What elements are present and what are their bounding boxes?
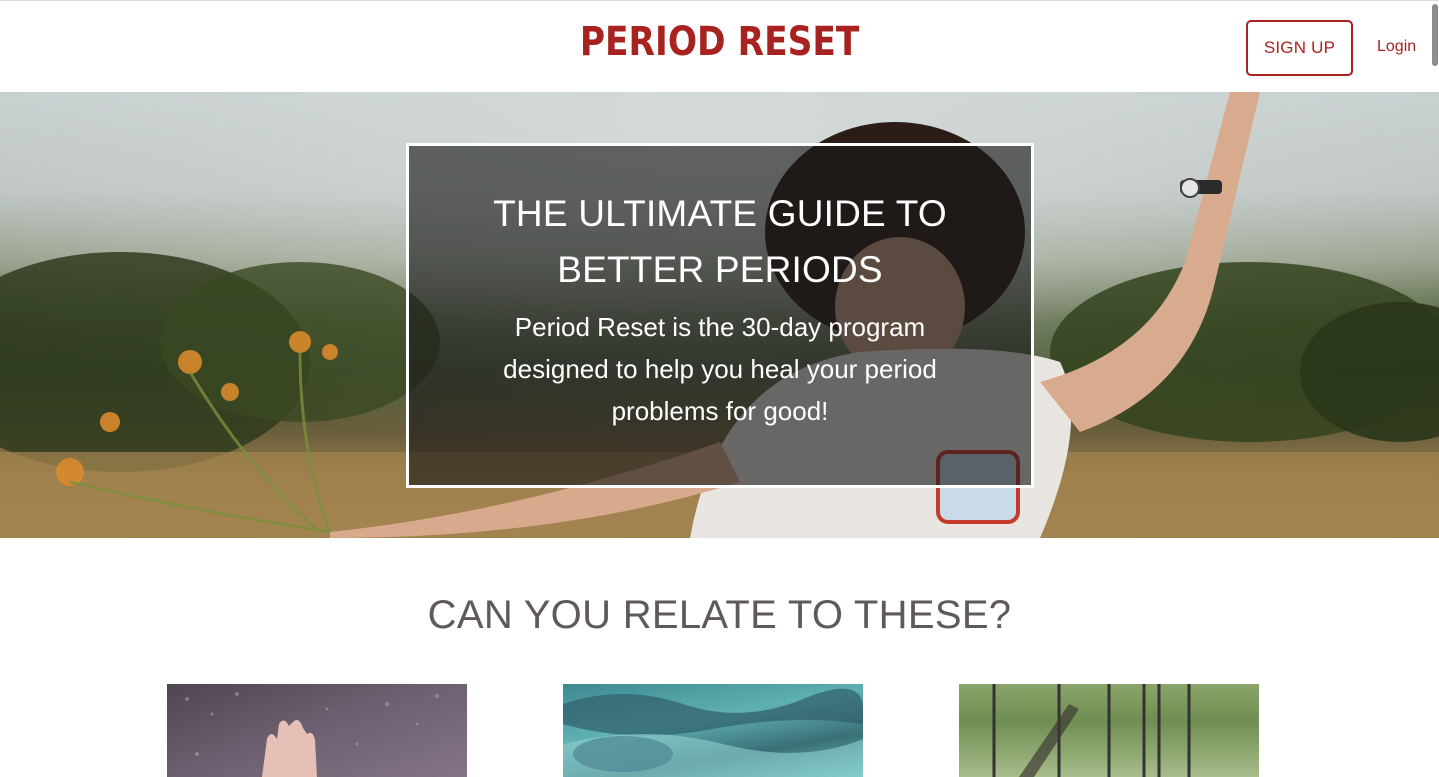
relate-card-image-ocean[interactable] [563, 684, 863, 777]
login-link[interactable]: Login [1377, 38, 1416, 56]
relate-section-title: CAN YOU RELATE TO THESE? [427, 593, 1012, 637]
site-logo[interactable]: PERIOD RESET [101, 19, 1339, 65]
relate-card-image-rain[interactable] [167, 684, 467, 777]
rainy-window-hand-photo [185, 692, 439, 777]
relate-card-image-swings[interactable] [959, 684, 1259, 777]
hero-banner: THE ULTIMATE GUIDE TO BETTER PERIODS Per… [0, 92, 1439, 538]
hero-subtitle: Period Reset is the 30-day program desig… [503, 312, 937, 426]
hero-overlay-box: THE ULTIMATE GUIDE TO BETTER PERIODS Per… [406, 143, 1034, 488]
site-header: PERIOD RESET SIGN UP Login [0, 0, 1439, 92]
ocean-waves-photo [563, 688, 863, 777]
hero-title: THE ULTIMATE GUIDE TO BETTER PERIODS [493, 193, 947, 290]
signup-button[interactable]: SIGN UP [1246, 20, 1353, 76]
playground-swings-photo [992, 684, 1191, 777]
scrollbar-thumb[interactable] [1432, 4, 1438, 66]
page-scrollbar[interactable] [1431, 0, 1439, 777]
